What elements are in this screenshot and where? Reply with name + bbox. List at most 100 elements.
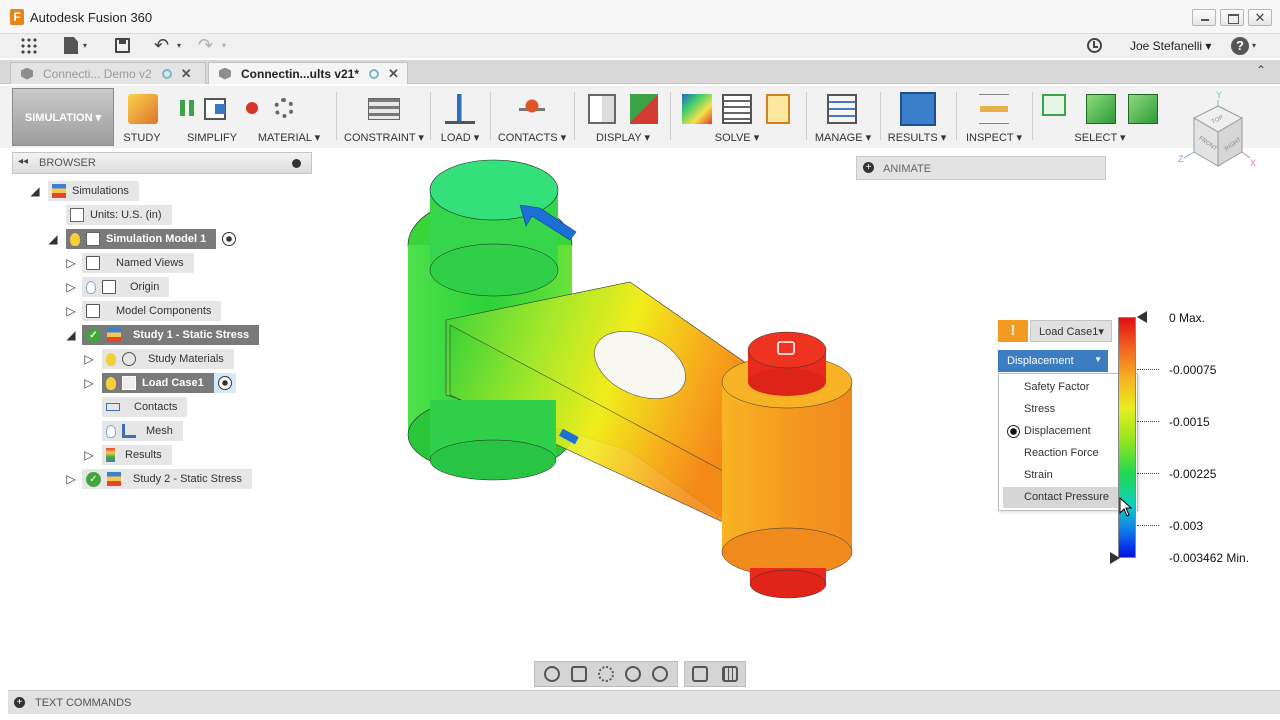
menu-item-stress[interactable]: Stress (1003, 399, 1133, 420)
tree-row-origin[interactable]: ▷ Origin (62, 277, 170, 297)
tree-node[interactable]: Origin (82, 277, 170, 297)
file-menu-icon[interactable] (64, 37, 78, 54)
collapse-triangle-icon[interactable]: ◢ (62, 328, 80, 342)
look-at-icon[interactable] (571, 666, 588, 682)
document-tab-active[interactable]: Connectin...ults v21* ✕ (208, 62, 408, 84)
save-icon[interactable] (115, 38, 130, 53)
expand-triangle-icon[interactable]: ▷ (80, 376, 98, 390)
visibility-bulb-icon[interactable] (106, 352, 116, 366)
workspace-switcher-button[interactable]: SIMULATION ▾ (12, 88, 114, 146)
tree-node[interactable]: ✓ Study 1 - Static Stress (82, 325, 260, 345)
maximize-button[interactable] (1220, 9, 1244, 26)
tree-node[interactable]: Mesh (102, 421, 183, 441)
grid-settings-icon[interactable] (722, 666, 738, 682)
tree-node[interactable]: Simulation Model 1 (66, 229, 217, 249)
load-group[interactable]: LOAD ▾ (438, 86, 482, 148)
solve-group[interactable]: SOLVE ▾ (676, 86, 798, 148)
expand-tabs-icon[interactable]: ⌃ (1256, 63, 1266, 77)
select-group[interactable]: SELECT ▾ (1038, 86, 1162, 148)
expand-triangle-icon[interactable]: ▷ (80, 448, 98, 462)
tree-node[interactable]: Study Materials (102, 349, 234, 369)
collapse-browser-icon[interactable]: ◂◂ (18, 156, 28, 167)
undo-caret-icon[interactable]: ▾ (177, 41, 181, 50)
tree-node[interactable]: Model Components (82, 301, 222, 321)
orbit-icon[interactable] (544, 666, 561, 682)
help-icon[interactable]: ? (1231, 37, 1249, 55)
tree-row-load-case[interactable]: ▷ Load Case1 (80, 373, 236, 393)
tree-node[interactable]: Named Views (82, 253, 194, 273)
close-tab-icon[interactable]: ✕ (181, 66, 192, 82)
menu-item-contact-pressure[interactable]: Contact Pressure (1003, 487, 1133, 508)
tree-row-study-1[interactable]: ◢ ✓ Study 1 - Static Stress (62, 325, 260, 345)
visibility-bulb-icon[interactable] (86, 280, 96, 294)
redo-caret-icon[interactable]: ▾ (222, 41, 226, 50)
help-caret-icon[interactable]: ▾ (1252, 41, 1256, 50)
active-load-case-marker[interactable] (213, 373, 236, 393)
fit-zoom-icon[interactable] (651, 666, 668, 682)
visibility-bulb-icon[interactable] (106, 376, 116, 390)
close-window-button[interactable]: ✕ (1248, 9, 1272, 26)
simplify-group[interactable]: SIMPLIFY (176, 86, 248, 148)
inspect-group[interactable]: INSPECT ▾ (962, 86, 1026, 148)
display-group[interactable]: DISPLAY ▾ (580, 86, 666, 148)
tree-row-study-2[interactable]: ▷ ✓ Study 2 - Static Stress (62, 469, 252, 489)
visibility-bulb-icon[interactable] (70, 232, 80, 246)
redo-icon[interactable]: ↷ (198, 35, 213, 56)
activate-radio-icon[interactable] (217, 376, 232, 390)
job-status-clock-icon[interactable] (1087, 38, 1102, 53)
collapse-triangle-icon[interactable]: ◢ (44, 232, 62, 246)
result-type-dropdown[interactable]: Displacement ▼ (998, 350, 1108, 372)
tree-row-results[interactable]: ▷ Results (80, 445, 172, 465)
contacts-group[interactable]: CONTACTS ▾ (496, 86, 568, 148)
file-menu-caret-icon[interactable]: ▾ (83, 41, 87, 50)
view-cube[interactable]: Y TOP FRONT RIGHT Z X (1178, 88, 1264, 174)
activate-radio-icon[interactable] (222, 232, 237, 246)
load-case-dropdown[interactable]: Load Case1▾ (1030, 320, 1112, 342)
user-account-menu[interactable]: Joe Stefanelli ▾ (1130, 39, 1211, 53)
display-settings-icon[interactable] (692, 666, 708, 682)
close-tab-icon[interactable]: ✕ (388, 66, 399, 82)
constraint-group[interactable]: CONSTRAINT ▾ (342, 86, 426, 148)
menu-item-displacement[interactable]: Displacement (1003, 421, 1133, 442)
expand-text-commands-icon[interactable]: + (14, 697, 25, 708)
tree-row-simulation-model[interactable]: ◢ Simulation Model 1 (44, 229, 237, 249)
tree-node[interactable]: Units: U.S. (in) (66, 205, 172, 225)
tree-row-contacts[interactable]: Contacts (102, 397, 188, 417)
tree-node[interactable]: ✓ Study 2 - Static Stress (82, 469, 252, 489)
text-commands-bar[interactable]: + TEXT COMMANDS (8, 690, 1280, 714)
tree-row-named-views[interactable]: ▷ Named Views (62, 253, 194, 273)
zoom-icon[interactable] (624, 666, 641, 682)
tree-node[interactable]: Contacts (102, 397, 188, 417)
menu-item-reaction-force[interactable]: Reaction Force (1003, 443, 1133, 464)
undo-icon[interactable]: ↶ (154, 35, 169, 56)
max-slider-handle[interactable] (1137, 311, 1147, 323)
minimize-button[interactable] (1192, 9, 1216, 26)
tree-row-study-materials[interactable]: ▷ Study Materials (80, 349, 234, 369)
manage-group[interactable]: MANAGE ▾ (812, 86, 874, 148)
min-slider-handle[interactable] (1110, 552, 1120, 564)
data-panel-grid-icon[interactable] (20, 37, 38, 55)
browser-pin-icon[interactable] (292, 159, 301, 168)
tree-node[interactable]: Results (102, 445, 172, 465)
pan-hand-icon[interactable] (597, 666, 614, 682)
expand-triangle-icon[interactable]: ▷ (62, 472, 80, 486)
tree-row-simulations[interactable]: ◢ Simulations (26, 181, 139, 201)
material-group[interactable]: MATERIAL ▾ (246, 86, 332, 148)
tree-row-units[interactable]: Units: U.S. (in) (66, 205, 172, 225)
visibility-bulb-icon[interactable] (106, 424, 116, 438)
expand-triangle-icon[interactable]: ▷ (80, 352, 98, 366)
tree-row-model-components[interactable]: ▷ Model Components (62, 301, 222, 321)
study-group[interactable]: STUDY (118, 86, 166, 148)
simulation-model-viewport[interactable] (380, 150, 880, 610)
document-tab[interactable]: Connecti... Demo v2 ✕ (10, 62, 206, 84)
menu-item-safety-factor[interactable]: Safety Factor (1003, 377, 1133, 398)
tree-node[interactable]: Load Case1 (102, 373, 214, 393)
load-case-warning-icon[interactable]: ! (998, 320, 1028, 342)
menu-item-strain[interactable]: Strain (1003, 465, 1133, 486)
results-group[interactable]: RESULTS ▾ (886, 86, 948, 148)
collapse-triangle-icon[interactable]: ◢ (26, 184, 44, 198)
tree-node[interactable]: Simulations (48, 181, 139, 201)
tree-row-mesh[interactable]: Mesh (102, 421, 183, 441)
expand-triangle-icon[interactable]: ▷ (62, 256, 80, 270)
expand-triangle-icon[interactable]: ▷ (62, 304, 80, 318)
